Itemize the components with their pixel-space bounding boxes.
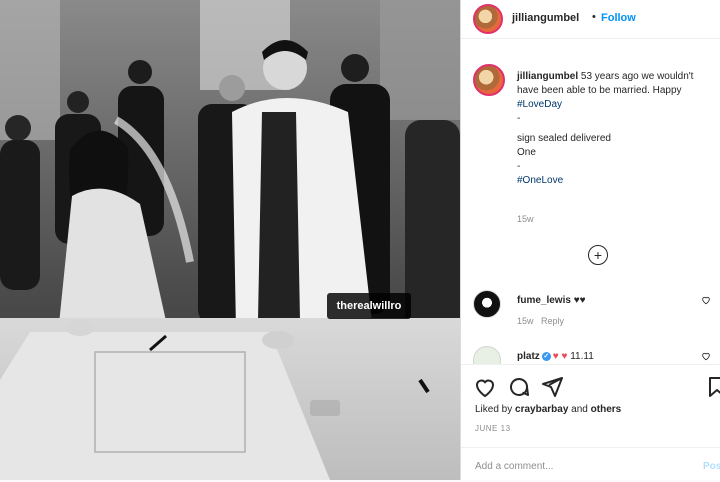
post-actions: Liked by craybarbay and others JUNE 13 A… [461, 364, 720, 481]
comment-username[interactable]: fume_lewis ♥♥ [517, 295, 586, 306]
reply-button[interactable]: Reply [541, 316, 564, 326]
avatar[interactable] [473, 346, 501, 364]
avatar[interactable] [473, 290, 501, 318]
photo-tag-label[interactable]: therealwillro [327, 293, 411, 319]
heart-outline-icon[interactable] [701, 295, 711, 305]
post-header: jilliangumbel • Follow [461, 0, 720, 39]
bookmark-icon[interactable] [705, 375, 720, 399]
comment-icon[interactable] [507, 375, 531, 399]
follow-button[interactable]: Follow [601, 12, 636, 24]
post-photo[interactable]: therealwillro [0, 0, 460, 480]
likes-user-link[interactable]: craybarbay [515, 404, 568, 415]
heart-icon[interactable] [473, 375, 497, 399]
comment-meta: 15w Reply [517, 316, 565, 326]
caption-line-2: sign sealed delivered [517, 133, 611, 144]
comment-text: 11.11 [570, 351, 594, 362]
comment-username[interactable]: platz ✓ ♥ ♥ 11.11 [517, 351, 594, 362]
caption-line-3: One [517, 147, 536, 158]
post-comment-button[interactable]: Post [703, 461, 720, 472]
comment-text: ♥♥ [573, 295, 586, 306]
hashtag-link[interactable]: #OneLove [517, 174, 711, 188]
post-date: JUNE 13 [475, 424, 511, 433]
avatar[interactable] [473, 4, 503, 34]
add-comment-bar: Add a comment... Post [461, 447, 720, 482]
post-sidebar: jilliangumbel • Follow jilliangumbel 53 … [460, 0, 720, 480]
caption-username[interactable]: jilliangumbel [517, 71, 578, 82]
header-username[interactable]: jilliangumbel [512, 12, 579, 24]
heart-emoji: ♥ ♥ [552, 351, 568, 362]
share-icon[interactable] [540, 375, 564, 399]
likes-others-link[interactable]: others [591, 404, 622, 415]
comment-input[interactable]: Add a comment... [475, 461, 553, 472]
caption-dash: - [517, 113, 521, 124]
verified-badge-icon: ✓ [541, 351, 551, 361]
caption-timestamp: 15w [517, 214, 534, 224]
header-separator: • [592, 11, 596, 23]
hashtag-link[interactable]: #LoveDay [517, 99, 562, 110]
comment-item: platz ✓ ♥ ♥ 11.11 [473, 346, 713, 364]
caption-text: jilliangumbel 53 years ago we wouldn't h… [517, 70, 711, 188]
avatar[interactable] [473, 64, 505, 96]
plus-circle-icon[interactable]: + [588, 245, 608, 265]
wedding-photo-illustration [0, 0, 460, 480]
heart-outline-icon[interactable] [701, 351, 711, 361]
caption-dash: - [517, 161, 521, 172]
likes-summary: Liked by craybarbay and others [475, 404, 622, 415]
